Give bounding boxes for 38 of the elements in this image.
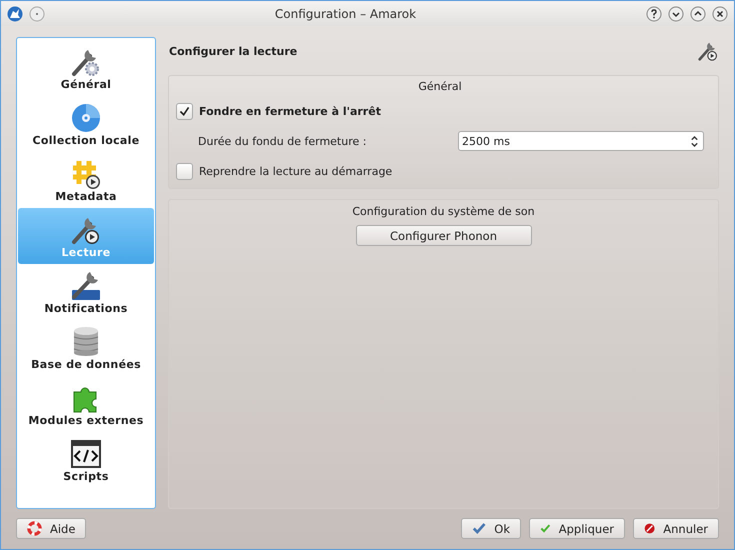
checkbox[interactable] [176,162,193,180]
checkbox-label: Reprendre la lecture au démarrage [199,164,392,178]
wrench-bar-icon [70,270,102,302]
sidebar-item[interactable]: Metadata [18,152,154,208]
sidebar-item[interactable]: Modules externes [18,376,154,432]
maximize-icon[interactable] [690,6,706,22]
duration-spinbox[interactable]: 2500 ms [458,131,704,151]
resume-checkbox[interactable]: Reprendre la lecture au démarrage [176,157,392,185]
help-button[interactable]: Aide [16,518,86,539]
sidebar-item[interactable]: Base de données [18,320,154,376]
minimize-icon[interactable] [668,6,684,22]
page-title: Configurer la lecture [169,44,298,58]
code-window-icon [70,438,102,470]
spin-arrows-icon[interactable] [690,134,699,148]
stop-icon [644,521,656,536]
wrench-play-icon [697,40,719,62]
fade-checkbox[interactable]: Fondre en fermeture à l'arrêt [176,97,381,125]
ok-button[interactable]: Ok [461,518,521,539]
checkmark-icon [472,521,486,536]
window-title: Configuration – Amarok [274,6,418,20]
checkbox[interactable] [176,102,193,120]
sidebar-item[interactable]: Général [18,40,154,96]
sidebar-item[interactable]: Notifications [18,264,154,320]
lifebuoy-icon [27,521,42,536]
group-title: Configuration du système de son [352,204,535,220]
disc-icon [70,102,102,134]
cancel-button[interactable]: Annuler [633,518,719,539]
checkmark-icon [178,104,191,118]
sidebar-item[interactable]: Collection locale [18,96,154,152]
duration-label: Durée du fondu de fermeture : [198,134,368,148]
wolf-logo-icon[interactable] [7,6,23,22]
checkbox-label: Fondre en fermeture à l'arrêt [199,104,381,118]
close-icon[interactable] [712,6,728,22]
apply-button[interactable]: Appliquer [529,518,625,539]
group-title: Général [417,79,463,95]
sidebar-item[interactable]: Scripts [18,432,154,488]
help-icon[interactable] [646,6,662,22]
configure-phonon-button[interactable]: Configurer Phonon [356,225,532,246]
